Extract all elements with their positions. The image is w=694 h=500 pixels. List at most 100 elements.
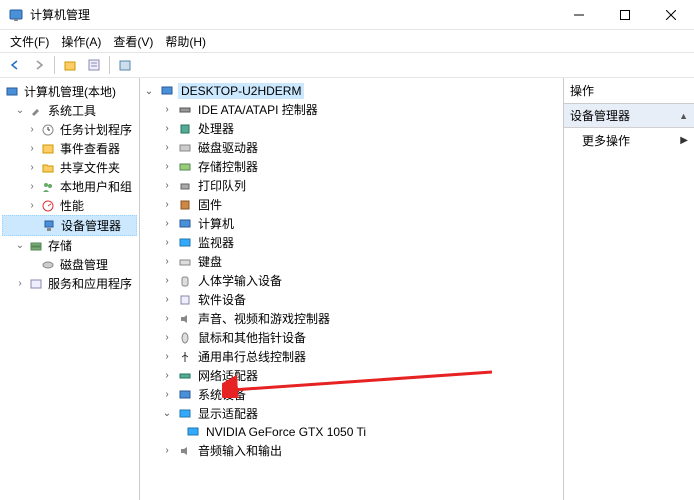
tree-label: 设备管理器 [59,217,123,234]
expander-open-icon[interactable]: ⌄ [142,86,156,97]
ide-icon [177,102,193,118]
expander-closed-icon[interactable]: › [160,161,174,172]
tree-disk-management[interactable]: 磁盘管理 [2,255,137,274]
toolbar [0,52,694,78]
expander-closed-icon[interactable]: › [160,218,174,229]
toolbar-separator [54,56,55,74]
tree-task-scheduler[interactable]: › 任务计划程序 [2,120,137,139]
tree-services-apps[interactable]: › 服务和应用程序 [2,274,137,293]
close-button[interactable] [648,0,694,30]
tree-shared-folders[interactable]: › 共享文件夹 [2,158,137,177]
device-label: 网络适配器 [196,367,260,384]
expander-closed-icon[interactable]: › [26,181,38,193]
tree-device-manager[interactable]: 设备管理器 [2,215,137,236]
expander-closed-icon[interactable]: › [160,256,174,267]
tree-storage[interactable]: ⌄ 存储 [2,236,137,255]
tree-root-computer-management[interactable]: 计算机管理(本地) [2,82,137,101]
device-category-disk[interactable]: ›磁盘驱动器 [142,138,561,157]
expander-closed-icon[interactable]: › [26,162,38,174]
expander-closed-icon[interactable]: › [160,332,174,343]
toolbar-up-button[interactable] [59,54,81,76]
hid-icon [177,273,193,289]
expander-closed-icon[interactable]: › [160,104,174,115]
expander-closed-icon[interactable]: › [160,445,174,456]
main-content: 计算机管理(本地) ⌄ 系统工具 › 任务计划程序 › 事件查看器 › 共享文件… [0,78,694,500]
expander-closed-icon[interactable]: › [160,123,174,134]
device-category-cpu[interactable]: › 处理器 [142,119,561,138]
device-category-network[interactable]: › 网络适配器 [142,366,561,385]
device-label: 处理器 [196,120,236,137]
menu-view[interactable]: 查看(V) [107,31,159,52]
device-category-audio-video[interactable]: ›声音、视频和游戏控制器 [142,309,561,328]
menu-file[interactable]: 文件(F) [4,31,55,52]
device-category-computer[interactable]: ›计算机 [142,214,561,233]
device-category-software[interactable]: ›软件设备 [142,290,561,309]
device-root[interactable]: ⌄ DESKTOP-U2HDERM [142,82,561,100]
expander-closed-icon[interactable]: › [160,389,174,400]
device-tree-pane[interactable]: ⌄ DESKTOP-U2HDERM ›IDE ATA/ATAPI 控制器 › 处理… [140,78,564,500]
tree-label: 服务和应用程序 [46,275,134,292]
toolbar-forward-button[interactable] [28,54,50,76]
device-category-storage-controller[interactable]: ›存储控制器 [142,157,561,176]
menu-action[interactable]: 操作(A) [55,31,107,52]
expander-closed-icon[interactable]: › [160,180,174,191]
tree-label: 存储 [46,237,74,254]
expander-closed-icon[interactable]: › [160,370,174,381]
expander-closed-icon[interactable]: › [14,278,26,290]
toolbar-help-button[interactable] [114,54,136,76]
expander-closed-icon[interactable]: › [160,275,174,286]
left-navigation-tree[interactable]: 计算机管理(本地) ⌄ 系统工具 › 任务计划程序 › 事件查看器 › 共享文件… [0,78,140,500]
expander-closed-icon[interactable]: › [26,143,38,155]
expander-closed-icon[interactable]: › [160,199,174,210]
device-category-print[interactable]: ›打印队列 [142,176,561,195]
device-category-display[interactable]: ⌄显示适配器 [142,404,561,423]
device-category-system[interactable]: › 系统设备 [142,385,561,404]
tree-event-viewer[interactable]: › 事件查看器 [2,139,137,158]
tree-system-tools[interactable]: ⌄ 系统工具 [2,101,137,120]
tree-label: 计算机管理(本地) [22,83,118,100]
toolbar-properties-button[interactable] [83,54,105,76]
device-category-ide[interactable]: ›IDE ATA/ATAPI 控制器 [142,100,561,119]
expander-closed-icon[interactable]: › [160,142,174,153]
expander-closed-icon[interactable]: › [160,294,174,305]
system-icon [177,387,193,403]
disk-icon [177,140,193,156]
wrench-icon [28,103,44,119]
toolbar-back-button[interactable] [4,54,26,76]
device-label: DESKTOP-U2HDERM [178,83,304,99]
device-category-hid[interactable]: ›人体学输入设备 [142,271,561,290]
device-category-firmware[interactable]: ›固件 [142,195,561,214]
expander-closed-icon[interactable]: › [160,313,174,324]
menubar: 文件(F) 操作(A) 查看(V) 帮助(H) [0,30,694,52]
maximize-button[interactable] [602,0,648,30]
actions-more[interactable]: 更多操作 ▶ [564,128,694,153]
expander-closed-icon[interactable]: › [26,200,38,212]
audio-io-icon [177,443,193,459]
device-category-keyboard[interactable]: ›键盘 [142,252,561,271]
expander-closed-icon[interactable]: › [160,237,174,248]
minimize-button[interactable] [556,0,602,30]
window-title: 计算机管理 [30,6,556,23]
actions-section-device-manager[interactable]: 设备管理器 ▲ [564,104,694,128]
printer-icon [177,178,193,194]
folder-icon [40,160,56,176]
device-category-usb[interactable]: ›通用串行总线控制器 [142,347,561,366]
computer-icon [177,216,193,232]
tree-local-users[interactable]: › 本地用户和组 [2,177,137,196]
device-category-monitor[interactable]: › 监视器 [142,233,561,252]
expander-closed-icon[interactable]: › [26,124,38,136]
menu-help[interactable]: 帮助(H) [159,31,212,52]
device-item-gpu[interactable]: NVIDIA GeForce GTX 1050 Ti [142,423,561,441]
expander-closed-icon[interactable]: › [160,351,174,362]
event-icon [40,141,56,157]
device-category-audio-io[interactable]: ›音频输入和输出 [142,441,561,460]
expander-open-icon[interactable]: ⌄ [14,105,26,117]
tree-performance[interactable]: › 性能 [2,196,137,215]
expander-open-icon[interactable]: ⌄ [14,240,26,252]
device-label: 系统设备 [196,386,248,403]
computer-icon [4,84,20,100]
device-label: 监视器 [196,234,236,251]
device-category-mouse[interactable]: ›鼠标和其他指针设备 [142,328,561,347]
expander-open-icon[interactable]: ⌄ [160,408,174,419]
cpu-icon [177,121,193,137]
